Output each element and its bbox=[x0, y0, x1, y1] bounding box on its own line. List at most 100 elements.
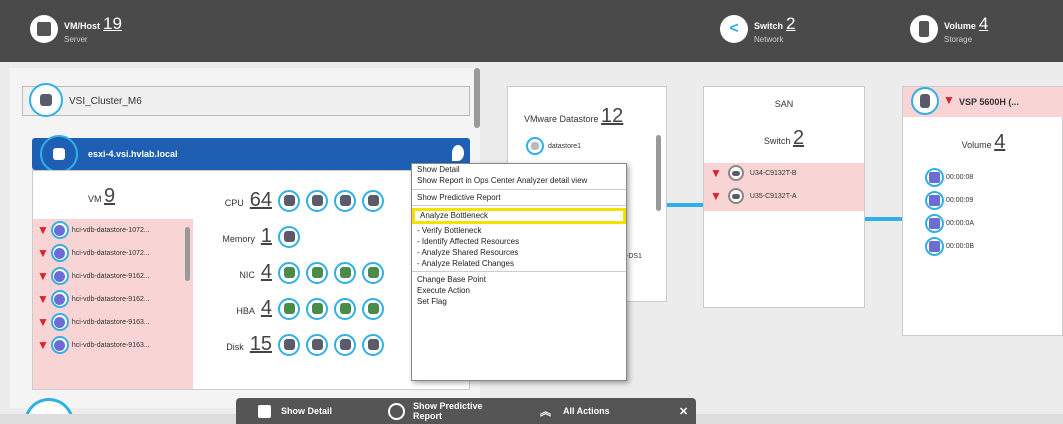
disk-icon[interactable] bbox=[362, 333, 384, 356]
volume-name: 00:00:0A bbox=[946, 220, 975, 227]
vm-row[interactable]: ▼ hci-vdb-datastore-1072... bbox=[37, 244, 150, 262]
cpu-icon[interactable] bbox=[334, 189, 356, 212]
switch-row[interactable]: ▼ U34-C9132T-B bbox=[710, 165, 797, 181]
menu-item[interactable]: Show Predictive Report bbox=[412, 192, 626, 203]
action-toolbar: Show Detail Show Predictive Report ︽ All … bbox=[236, 398, 696, 424]
resource-row-disk[interactable]: Disk 15 bbox=[200, 333, 410, 356]
storage-system-bar[interactable]: ▼ VSP 5600H (... bbox=[903, 87, 1063, 117]
resource-row-nic[interactable]: NIC 4 bbox=[200, 261, 410, 284]
disk-icon[interactable] bbox=[334, 333, 356, 356]
switch-row[interactable]: ▼ U35-C9132T-A bbox=[710, 188, 797, 204]
menu-item[interactable]: Show Report in Ops Center Analyzer detai… bbox=[412, 175, 626, 187]
host-icon bbox=[40, 135, 78, 173]
hba-icon[interactable] bbox=[306, 297, 328, 320]
column-scrollbar[interactable] bbox=[474, 68, 480, 128]
resource-row-memory[interactable]: Memory 1 bbox=[200, 225, 410, 248]
host-bar[interactable]: esxi-4.vsi.hvlab.local bbox=[32, 135, 470, 173]
vm-row[interactable]: ▼ hci-vdb-datastore-9162... bbox=[37, 290, 150, 308]
vm-header[interactable]: VM 9 bbox=[88, 185, 115, 208]
disk-icon[interactable] bbox=[306, 333, 328, 356]
volume-row[interactable]: 00:00:0A bbox=[925, 214, 974, 233]
volume-row[interactable]: 00:00:08 bbox=[925, 168, 973, 187]
show-detail-label: Show Detail bbox=[281, 406, 333, 416]
alert-flag-icon: ▼ bbox=[37, 292, 49, 306]
vm-row[interactable]: ▼ hci-vdb-datastore-9163... bbox=[37, 336, 150, 354]
vm-row[interactable]: ▼ hci-vdb-datastore-9163... bbox=[37, 313, 150, 331]
volume-row[interactable]: 00:00:09 bbox=[925, 191, 973, 210]
datastore-item[interactable]: datastore1 bbox=[526, 137, 581, 155]
datastore-partial-label: -DS1 bbox=[626, 253, 642, 260]
hba-icon[interactable] bbox=[362, 297, 384, 320]
volume-count[interactable]: 4 bbox=[994, 131, 1005, 153]
vm-count[interactable]: 9 bbox=[104, 185, 115, 207]
nic-icon[interactable] bbox=[278, 261, 300, 284]
volume-row[interactable]: 00:00:0B bbox=[925, 237, 974, 256]
vm-row[interactable]: ▼ hci-vdb-datastore-1072... bbox=[37, 221, 150, 239]
network-count[interactable]: 2 bbox=[786, 14, 795, 33]
topology-header: VM/Host 19 Server < Switch 2 Network Volum… bbox=[0, 0, 1063, 62]
pin-icon[interactable] bbox=[452, 145, 464, 161]
menu-item[interactable]: Show Detail bbox=[412, 164, 626, 175]
datastore-count[interactable]: 12 bbox=[601, 105, 623, 127]
resource-row-cpu[interactable]: CPU 64 bbox=[200, 189, 410, 212]
datastore-header[interactable]: VMware Datastore 12 bbox=[524, 105, 623, 128]
menu-item[interactable]: Change Base Point bbox=[412, 274, 626, 285]
chevron-up-icon: ︽ bbox=[540, 406, 551, 418]
menu-separator bbox=[412, 189, 626, 190]
menu-item[interactable]: Execute Action bbox=[412, 285, 626, 296]
resource-row-hba[interactable]: HBA 4 bbox=[200, 297, 410, 320]
datastore-scrollbar[interactable] bbox=[656, 135, 661, 211]
volume-header[interactable]: Volume 4 bbox=[903, 131, 1063, 154]
nic-icon[interactable] bbox=[306, 261, 328, 284]
datastore-item-label: datastore1 bbox=[548, 142, 582, 150]
memory-icon[interactable] bbox=[278, 225, 300, 248]
san-title: SAN bbox=[774, 99, 794, 109]
show-detail-button[interactable]: Show Detail bbox=[258, 398, 332, 424]
hba-icon[interactable] bbox=[334, 297, 356, 320]
network-section[interactable]: < Switch 2 Network bbox=[720, 14, 795, 44]
menu-item[interactable]: - Analyze Shared Resources bbox=[412, 247, 626, 258]
san-switch-header[interactable]: Switch 2 bbox=[704, 127, 864, 150]
storage-system-icon bbox=[911, 87, 939, 115]
predictive-icon bbox=[388, 402, 405, 420]
san-switch-count[interactable]: 2 bbox=[793, 127, 804, 149]
vm-name: hci-vdb-datastore-1072... bbox=[71, 226, 150, 234]
storage-count[interactable]: 4 bbox=[979, 14, 988, 33]
vm-icon bbox=[50, 313, 69, 331]
vm-scrollbar[interactable] bbox=[185, 227, 190, 281]
menu-item[interactable]: - Identify Affected Resources bbox=[412, 236, 626, 247]
disk-icon[interactable] bbox=[278, 333, 300, 356]
menu-item[interactable]: Set Flag bbox=[412, 296, 626, 307]
volume-icon bbox=[925, 237, 944, 256]
server-subtitle: Server bbox=[64, 35, 88, 44]
storage-title: Volume bbox=[944, 21, 976, 31]
server-count[interactable]: 19 bbox=[103, 14, 122, 33]
resource-count[interactable]: 64 bbox=[250, 189, 272, 212]
datastore-icon bbox=[526, 137, 544, 155]
hba-icon[interactable] bbox=[278, 297, 300, 320]
storage-section[interactable]: Volume 4 Storage bbox=[910, 14, 988, 44]
cpu-icon[interactable] bbox=[278, 189, 300, 212]
vm-row[interactable]: ▼ hci-vdb-datastore-9162... bbox=[37, 267, 150, 285]
resource-count[interactable]: 1 bbox=[261, 225, 272, 248]
resource-count[interactable]: 4 bbox=[261, 297, 272, 320]
resource-count[interactable]: 15 bbox=[250, 333, 272, 356]
server-section[interactable]: VM/Host 19 Server bbox=[30, 14, 122, 44]
san-switch-label: Switch bbox=[763, 136, 791, 146]
menu-item[interactable]: - Analyze Related Changes bbox=[412, 258, 626, 269]
close-toolbar-button[interactable]: ✕ bbox=[679, 398, 688, 424]
cluster-bar[interactable]: VSI_Cluster_M6 bbox=[22, 83, 470, 117]
menu-item[interactable]: Analyze Bottleneck bbox=[412, 208, 626, 224]
resource-count[interactable]: 4 bbox=[261, 261, 272, 284]
resource-label: Disk bbox=[226, 342, 244, 352]
volume-icon bbox=[925, 168, 944, 187]
volume-icon bbox=[925, 191, 944, 210]
cpu-icon[interactable] bbox=[306, 189, 328, 212]
cpu-icon[interactable] bbox=[362, 189, 384, 212]
predictive-label-2: Report bbox=[413, 411, 442, 421]
all-actions-button[interactable]: ︽ All Actions bbox=[540, 398, 610, 424]
menu-item[interactable]: - Verify Bottleneck bbox=[412, 225, 626, 236]
show-predictive-report-button[interactable]: Show Predictive Report bbox=[388, 398, 483, 424]
nic-icon[interactable] bbox=[334, 261, 356, 284]
nic-icon[interactable] bbox=[362, 261, 384, 284]
